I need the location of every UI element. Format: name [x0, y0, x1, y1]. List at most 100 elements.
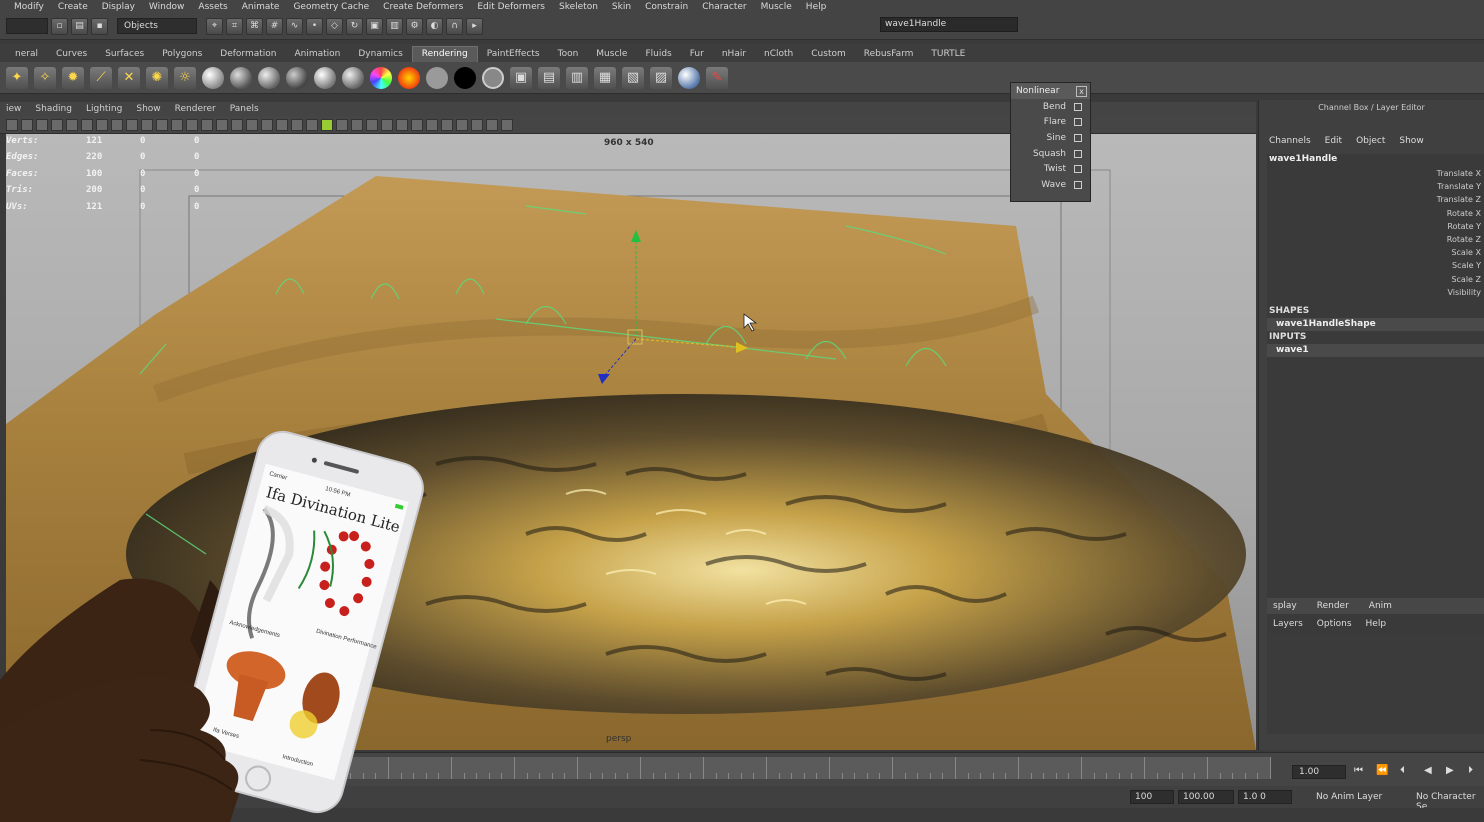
select-hierarchy-icon[interactable]: ⌖	[206, 17, 223, 35]
shelf-tab-neral[interactable]: neral	[6, 47, 47, 62]
save-scene-icon[interactable]: ▪	[91, 17, 108, 35]
viewport-tool-icon[interactable]	[321, 118, 333, 131]
viewport-tool-icon[interactable]	[261, 118, 273, 131]
channel-attr-scale-y[interactable]: Scale Y	[1267, 259, 1484, 272]
play-backward-icon[interactable]: ◀	[1424, 765, 1432, 776]
batch-render-icon[interactable]: ▦	[594, 66, 616, 89]
viewport-tool-icon[interactable]	[96, 118, 108, 131]
viewport-menu-shading[interactable]: Shading	[35, 104, 72, 114]
shelf-tab-deformation[interactable]: Deformation	[211, 47, 285, 62]
select-object-icon[interactable]: ⌗	[226, 17, 243, 35]
point-light-icon[interactable]: ✹	[62, 66, 84, 89]
channel-menu-channels[interactable]: Channels	[1269, 136, 1311, 146]
shelf-tab-painteffects[interactable]: PaintEffects	[478, 47, 549, 62]
viewport-menu-show[interactable]: Show	[136, 104, 160, 114]
menu-create[interactable]: Create	[58, 2, 88, 12]
viewport-menu-lighting[interactable]: Lighting	[86, 104, 122, 114]
menu-set-dropdown[interactable]	[6, 18, 48, 34]
paint-icon[interactable]: ✎	[706, 66, 728, 89]
viewport-tool-icon[interactable]	[456, 118, 468, 131]
shelf-tab-ncloth[interactable]: nCloth	[755, 47, 802, 62]
viewport-tool-icon[interactable]	[111, 118, 123, 131]
menu-skeleton[interactable]: Skeleton	[559, 2, 598, 12]
viewport-tool-icon[interactable]	[291, 118, 303, 131]
end-time-field[interactable]: 100.00	[1178, 790, 1234, 804]
lambert-ball-icon[interactable]	[230, 66, 252, 89]
new-scene-icon[interactable]: ▫	[51, 17, 68, 35]
shelf-tab-muscle[interactable]: Muscle	[587, 47, 636, 62]
channel-menu-show[interactable]: Show	[1399, 136, 1423, 146]
menu-geometry-cache[interactable]: Geometry Cache	[293, 2, 369, 12]
nonlinear-item-wave[interactable]: Wave	[1011, 177, 1090, 193]
black-shader-icon[interactable]	[454, 66, 476, 89]
nonlinear-item-flare[interactable]: Flare	[1011, 115, 1090, 131]
viewport-tool-icon[interactable]	[396, 118, 408, 131]
phong-e-ball-icon[interactable]	[314, 66, 336, 89]
nonlinear-item-bend[interactable]: Bend	[1011, 99, 1090, 115]
perspective-viewport[interactable]: Verts: 121 0 0 Edges: 220 0 0 Faces: 100 0 0 Tris: 20…	[6, 134, 1256, 750]
step-back-key-icon[interactable]: ⏪	[1376, 765, 1388, 776]
magnet-icon[interactable]: ∩	[446, 17, 463, 35]
shader-ball-icon[interactable]	[202, 66, 224, 89]
menu-help[interactable]: Help	[806, 2, 827, 12]
viewport-tool-icon[interactable]	[81, 118, 93, 131]
layer-tab-splay[interactable]: splay	[1273, 601, 1297, 611]
channel-attr-translate-y[interactable]: Translate Y	[1267, 180, 1484, 193]
menu-assets[interactable]: Assets	[198, 2, 227, 12]
range-end-field[interactable]: 100	[1130, 790, 1174, 804]
play-forward-icon[interactable]: ▶	[1446, 765, 1454, 776]
option-box-icon[interactable]	[1074, 149, 1082, 158]
render-settings-shelf-icon[interactable]: ▧	[622, 66, 644, 89]
shelf-tab-nhair[interactable]: nHair	[713, 47, 755, 62]
menu-modify[interactable]: Modify	[14, 2, 44, 12]
ramp-shader-icon[interactable]	[370, 66, 392, 89]
viewport-tool-icon[interactable]	[501, 118, 513, 131]
render-view-icon[interactable]: ▣	[510, 66, 532, 89]
viewport-tool-icon[interactable]	[306, 118, 318, 131]
step-back-frame-icon[interactable]: ⏴	[1400, 765, 1405, 776]
channel-attr-visibility[interactable]: Visibility	[1267, 286, 1484, 299]
viewport-tool-icon[interactable]	[366, 118, 378, 131]
objects-selection-mask[interactable]: Objects	[117, 18, 197, 34]
spot-light-icon[interactable]: ✧	[34, 66, 56, 89]
camera-icon[interactable]: ✦	[6, 66, 28, 89]
viewport-menu-panels[interactable]: Panels	[230, 104, 259, 114]
layer-list[interactable]	[1267, 634, 1484, 734]
viewport-tool-icon[interactable]	[216, 118, 228, 131]
anim-layer-dropdown[interactable]: No Anim Layer	[1316, 792, 1382, 802]
viewport-menu-renderer[interactable]: Renderer	[175, 104, 216, 114]
range-field[interactable]: 1.0 0	[1238, 790, 1292, 804]
channel-attr-rotate-x[interactable]: Rotate X	[1267, 207, 1484, 220]
select-component-icon[interactable]: ⌘	[246, 17, 263, 35]
menu-muscle[interactable]: Muscle	[761, 2, 792, 12]
layer-tab-render[interactable]: Render	[1317, 601, 1349, 611]
open-scene-icon[interactable]: ▤	[71, 17, 88, 35]
viewport-tool-icon[interactable]	[51, 118, 63, 131]
shape-node[interactable]: wave1HandleShape	[1267, 317, 1484, 331]
viewport-tool-icon[interactable]	[426, 118, 438, 131]
time-slider[interactable]: 1.00 ⏮ ⏪ ⏴ ◀ ▶ ⏵	[0, 752, 1484, 786]
start-time-field[interactable]: 1.0	[28, 790, 68, 804]
viewport-tool-icon[interactable]	[21, 118, 33, 131]
layer-menu-options[interactable]: Options	[1317, 619, 1352, 629]
viewport-tool-icon[interactable]	[411, 118, 423, 131]
menu-display[interactable]: Display	[102, 2, 135, 12]
channel-attr-translate-z[interactable]: Translate Z	[1267, 193, 1484, 206]
viewport-tool-icon[interactable]	[126, 118, 138, 131]
selected-node-name[interactable]: wave1Handle	[1267, 154, 1484, 167]
option-box-icon[interactable]	[1074, 102, 1082, 111]
ambient-light-icon[interactable]: ✺	[146, 66, 168, 89]
option-box-icon[interactable]	[1074, 165, 1082, 174]
nonlinear-item-sine[interactable]: Sine	[1011, 130, 1090, 146]
viewport-tool-icon[interactable]	[171, 118, 183, 131]
quick-selection-field[interactable]: wave1Handle	[880, 17, 1018, 32]
shelf-tab-polygons[interactable]: Polygons	[153, 47, 211, 62]
option-box-icon[interactable]	[1074, 180, 1082, 189]
menu-animate[interactable]: Animate	[242, 2, 280, 12]
menu-edit-deformers[interactable]: Edit Deformers	[477, 2, 545, 12]
ipr-icon[interactable]: ▥	[566, 66, 588, 89]
channel-attr-scale-x[interactable]: Scale X	[1267, 246, 1484, 259]
viewport-tool-icon[interactable]	[441, 118, 453, 131]
blinn-ball-icon[interactable]	[258, 66, 280, 89]
option-box-icon[interactable]	[1074, 133, 1082, 142]
